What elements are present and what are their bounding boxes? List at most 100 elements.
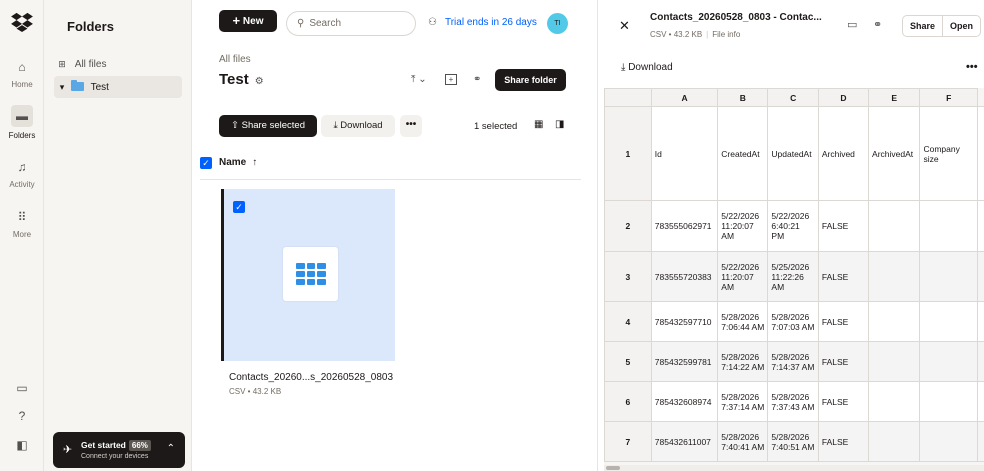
table-cell[interactable] (977, 301, 984, 342)
chevron-down-icon[interactable]: ▾ (56, 76, 68, 98)
table-cell[interactable]: CreatedAt (717, 106, 769, 201)
info-panel-icon[interactable]: ◨ (555, 119, 564, 130)
rail-item-home[interactable]: ⌂ Home (0, 58, 44, 89)
table-cell[interactable]: 5/28/2026 7:40:41 AM (717, 421, 769, 462)
link-icon[interactable]: ⚭ (873, 18, 882, 31)
download-button[interactable]: ⤓ Download (321, 115, 395, 137)
table-cell[interactable]: 785432608974 (650, 381, 719, 422)
file-thumbnail (282, 246, 339, 302)
table-cell[interactable]: 5/28/2026 7:37:43 AM (767, 381, 819, 422)
table-cell[interactable]: 5/28/2026 7:14:22 AM (717, 341, 769, 382)
panel-toggle-icon[interactable]: ◧ (0, 438, 44, 452)
chevron-up-icon[interactable]: ⌃ (167, 443, 175, 454)
table-cell[interactable] (919, 421, 978, 462)
table-cell[interactable]: FALSE (817, 301, 870, 342)
name-column-header[interactable]: Name ↑ (219, 157, 257, 168)
share-folder-button[interactable]: Share folder (495, 69, 566, 91)
table-cell[interactable]: FALSE (817, 251, 870, 302)
table-cell[interactable] (868, 421, 921, 462)
gear-icon[interactable]: ⚙ (255, 76, 264, 87)
preview-download-button[interactable]: ⤓ Download (621, 62, 673, 73)
table-cell[interactable]: Archived (817, 106, 870, 201)
horizontal-scrollbar[interactable] (604, 465, 984, 471)
trial-link[interactable]: ⚇ Trial ends in 26 days (428, 17, 537, 28)
table-cell[interactable]: 5/22/2026 11:20:07 AM (717, 251, 769, 302)
table-cell[interactable]: 783555062971 (650, 200, 719, 252)
get-started-card[interactable]: ✈ Get started 66% Connect your devices ⌃ (53, 432, 185, 468)
table-cell[interactable] (977, 200, 984, 252)
table-cell[interactable] (919, 301, 978, 342)
rail-label-activity: Activity (9, 180, 35, 189)
file-info-link[interactable]: File info (712, 30, 740, 39)
row-number: 4 (604, 301, 652, 342)
table-cell[interactable] (977, 421, 984, 462)
table-cell[interactable]: 5/28/2026 7:14:37 AM (767, 341, 819, 382)
table-cell[interactable]: FALSE (817, 341, 870, 382)
tree-item-test[interactable]: ▾ Test (54, 76, 182, 98)
table-cell[interactable] (868, 341, 921, 382)
preview-more-icon[interactable]: ••• (966, 61, 978, 73)
table-cell[interactable]: 785432611007 (650, 421, 719, 462)
table-cell[interactable]: 5/28/2026 7:37:14 AM (717, 381, 769, 422)
close-icon[interactable]: ✕ (619, 18, 630, 34)
table-cell[interactable] (868, 301, 921, 342)
open-button[interactable]: Open (942, 16, 980, 36)
share-selected-button[interactable]: ⇧ Share selected (219, 115, 317, 137)
link-icon[interactable]: ⚭ (473, 72, 481, 88)
dropbox-logo-icon[interactable] (11, 12, 33, 32)
table-cell[interactable] (977, 381, 984, 422)
avatar[interactable]: TI (547, 13, 568, 34)
table-cell[interactable]: 785432599781 (650, 341, 719, 382)
rail-label-home: Home (11, 80, 33, 89)
search-input[interactable]: ⚲ Search (286, 11, 416, 36)
table-cell[interactable]: 5/22/2026 6:40:21 PM (767, 200, 819, 252)
table-cell[interactable]: FALSE (817, 381, 870, 422)
table-cell[interactable] (977, 341, 984, 382)
table-cell[interactable]: Id (650, 106, 719, 201)
rail-item-more[interactable]: ⠿ More (0, 208, 44, 239)
grid-view-icon[interactable]: ▦ (534, 119, 543, 130)
table-cell[interactable]: Company size (919, 106, 978, 201)
table-cell[interactable]: 5/22/2026 11:20:07 AM (717, 200, 769, 252)
table-row: 3 783555720383 5/22/2026 11:20:07 AM 5/25/2… (604, 251, 984, 302)
table-cell[interactable]: 785432597710 (650, 301, 719, 342)
share-button[interactable]: Share (903, 16, 942, 36)
table-cell[interactable] (977, 251, 984, 302)
spreadsheet-preview[interactable]: A B C D E F 1 Id CreatedAt UpdatedAt Archive… (604, 88, 984, 465)
new-button[interactable]: + New (219, 10, 277, 32)
table-cell[interactable]: 5/28/2026 7:06:44 AM (717, 301, 769, 342)
table-cell[interactable]: FALSE (817, 421, 870, 462)
table-cell[interactable] (868, 251, 921, 302)
select-all-checkbox[interactable]: ✓ (200, 157, 212, 169)
file-name[interactable]: Contacts_20260...s_20260528_0803 (229, 372, 393, 383)
get-started-title: Get started (81, 440, 126, 450)
table-cell[interactable]: UpdatedAt (767, 106, 819, 201)
table-cell[interactable] (868, 200, 921, 252)
upload-icon[interactable]: ⤒ ⌄ (411, 72, 427, 88)
desktop-icon[interactable]: ▭ (0, 381, 44, 395)
table-cell[interactable] (919, 341, 978, 382)
table-cell[interactable]: 5/28/2026 7:40:51 AM (767, 421, 819, 462)
table-cell[interactable] (919, 381, 978, 422)
breadcrumb[interactable]: All files (219, 54, 251, 65)
table-cell[interactable]: 5/25/2026 11:22:26 AM (767, 251, 819, 302)
help-icon[interactable]: ? (0, 409, 44, 423)
rail-item-activity[interactable]: ♫ Activity (0, 158, 44, 189)
table-cell[interactable] (919, 200, 978, 252)
table-cell[interactable] (919, 251, 978, 302)
new-folder-icon[interactable]: + (445, 74, 457, 85)
tree-item-all-files[interactable]: ⊞ All files (54, 53, 182, 75)
rail-item-folders[interactable]: ▬ Folders (0, 105, 44, 140)
table-cell[interactable] (868, 381, 921, 422)
table-cell[interactable]: FALSE (817, 200, 870, 252)
file-checkbox[interactable]: ✓ (233, 201, 245, 213)
comment-icon[interactable]: ▭ (847, 18, 857, 31)
file-tile[interactable]: ✓ (221, 189, 395, 361)
table-cell[interactable] (977, 106, 984, 201)
table-cell[interactable]: 783555720383 (650, 251, 719, 302)
more-options-button[interactable]: ••• (400, 115, 422, 137)
table-row: 7 785432611007 5/28/2026 7:40:41 AM 5/28/20… (604, 421, 984, 462)
table-cell[interactable]: ArchivedAt (868, 106, 921, 201)
table-cell[interactable]: 5/28/2026 7:07:03 AM (767, 301, 819, 342)
scrollbar-thumb[interactable] (606, 466, 620, 470)
